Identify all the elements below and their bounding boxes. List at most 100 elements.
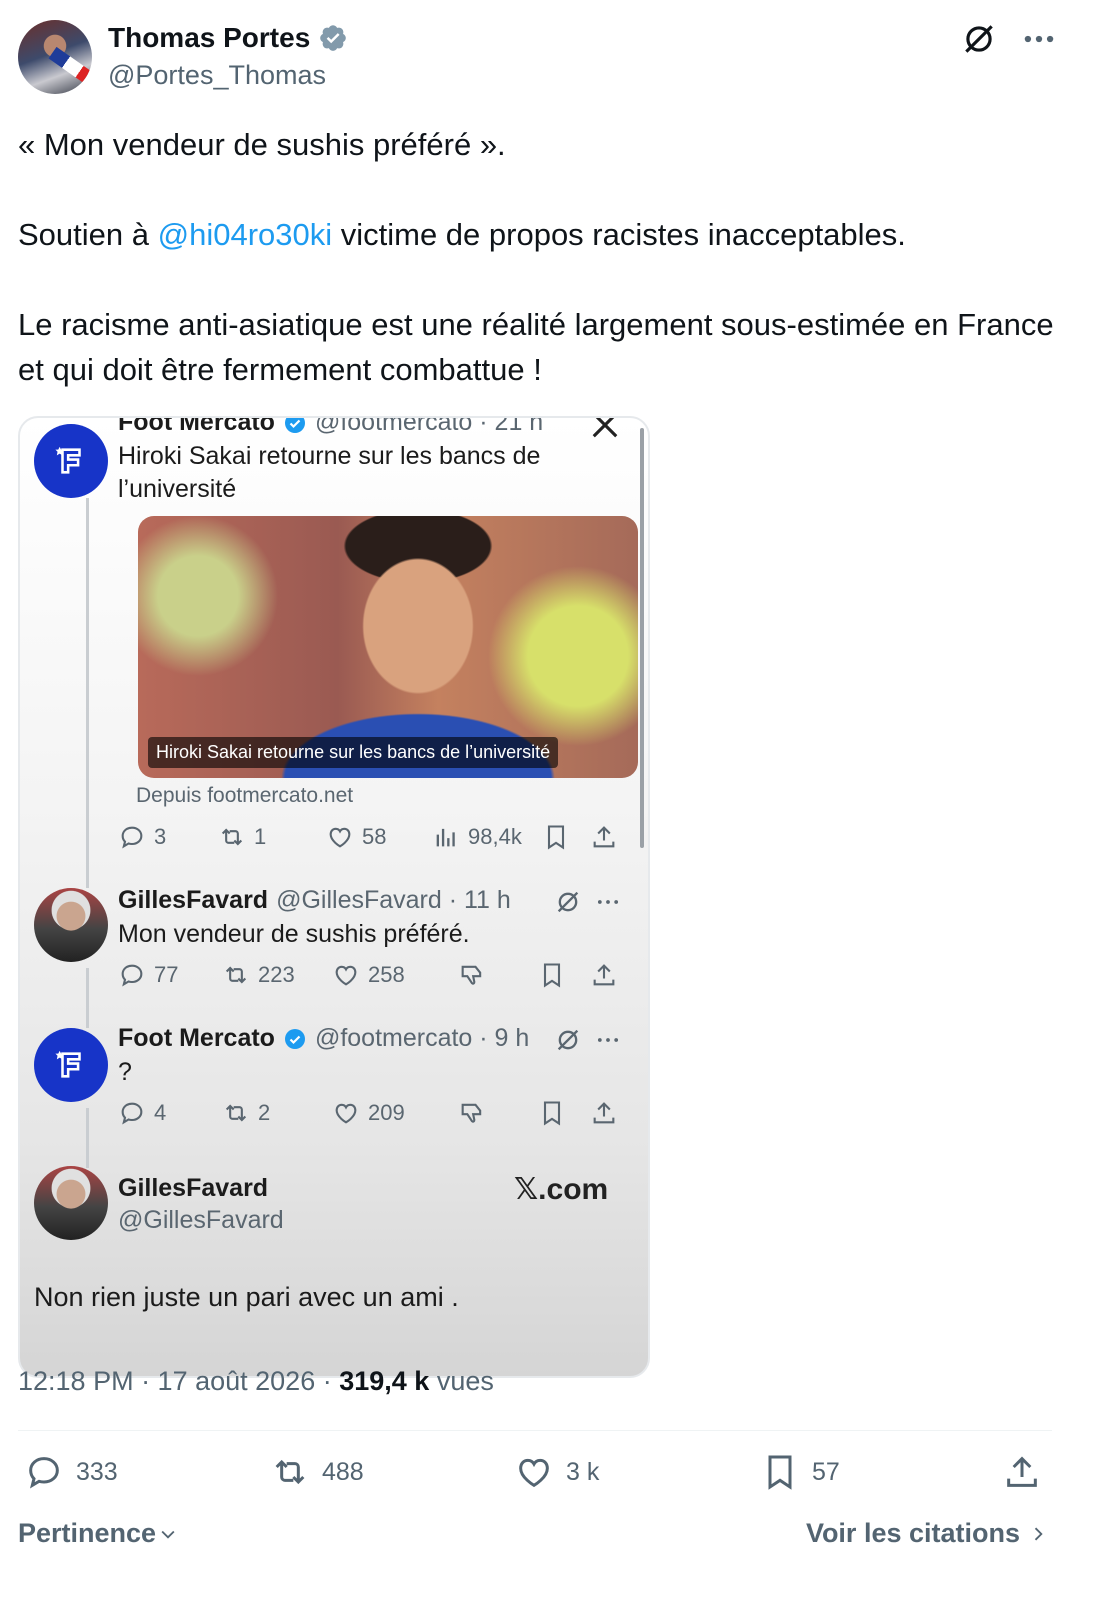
post3-header: Foot Mercato @footmercato · 9 h — [118, 1024, 529, 1053]
repost-count: 223 — [258, 962, 295, 987]
bookmark-icon — [543, 1101, 561, 1126]
heart-icon — [519, 1458, 549, 1488]
share-button — [590, 1099, 618, 1127]
post1-header: Foot Mercato @footmercato · 21 h — [118, 416, 544, 437]
share-button — [590, 823, 618, 851]
view-quotes-link[interactable]: Voir les citations — [806, 1518, 1048, 1549]
post3-handle-time: @footmercato · 9 h — [314, 1024, 530, 1052]
tweet-line-2-suffix: victime de propos racistes inacceptables… — [332, 217, 906, 252]
grok-icon — [557, 1029, 579, 1051]
post2-header: GillesFavard @GillesFavard · 11 h — [118, 886, 511, 915]
foot-mercato-logo-icon — [55, 1050, 81, 1078]
thumbs-down-icon — [461, 1103, 482, 1123]
post1-name: Foot Mercato — [118, 416, 275, 436]
post3-actions: 4 2 209 — [118, 1096, 628, 1130]
foot-mercato-logo-icon — [55, 446, 81, 474]
reply-count: 77 — [154, 962, 179, 987]
like-count: 258 — [368, 962, 405, 987]
repost-button[interactable]: 488 — [270, 1452, 364, 1492]
thread-line — [86, 1108, 89, 1168]
views-count: 98,4k — [468, 824, 522, 849]
thread-line — [86, 498, 89, 888]
tweet-text: « Mon vendeur de sushis préféré ». Souti… — [18, 122, 1078, 437]
grok-icon[interactable] — [960, 20, 998, 58]
heart-icon — [335, 965, 357, 986]
like-count: 3 k — [566, 1457, 600, 1486]
reply-icon — [29, 1457, 59, 1489]
grok-icon — [557, 891, 579, 913]
repost-count: 488 — [322, 1457, 364, 1486]
repost-count: 1 — [254, 824, 267, 849]
verified-badge-icon — [284, 418, 305, 433]
gillesfavard-avatar — [34, 1166, 108, 1240]
reply-count: 4 — [154, 1100, 167, 1125]
reply-button[interactable]: 333 — [24, 1452, 118, 1492]
bookmark-button[interactable]: 57 — [760, 1452, 840, 1492]
view-quotes-label: Voir les citations — [805, 1518, 1020, 1548]
author-handle[interactable]: @Portes_Thomas — [108, 60, 326, 91]
reply-button: 77 — [118, 961, 178, 989]
dislike-button — [458, 961, 486, 989]
tweet-meta: 12:18 PM · 17 août 2026 · 319,4 k vues — [18, 1366, 494, 1397]
share-icon — [593, 826, 615, 848]
author-name[interactable]: Thomas Portes — [108, 22, 310, 54]
share-icon — [1007, 1456, 1037, 1487]
repost-button: 1 — [218, 823, 266, 851]
author-name-row: Thomas Portes — [108, 22, 348, 54]
views-label: vues — [429, 1366, 494, 1396]
tweet-line-1: « Mon vendeur de sushis préféré ». — [18, 127, 506, 162]
reply-count: 3 — [154, 824, 167, 849]
reply-button: 3 — [118, 823, 166, 851]
thumbs-down-icon — [461, 965, 482, 985]
top-actions — [960, 20, 1058, 58]
post2-text: Mon vendeur de sushis préféré. — [118, 920, 470, 948]
post1-source: Depuis footmercato.net — [136, 784, 354, 807]
thread-line — [86, 968, 89, 1028]
mention-link[interactable]: @hi04ro30ki — [158, 217, 333, 252]
repost-icon — [225, 1104, 247, 1122]
reply-icon — [121, 1102, 143, 1125]
tweet-timestamp[interactable]: 12:18 PM · 17 août 2026 · — [18, 1366, 339, 1396]
post2-handle-time: @GillesFavard · 11 h — [276, 886, 511, 914]
x-com-brand: 𝕏.com — [514, 1173, 609, 1206]
share-button — [590, 961, 618, 989]
post2-name: GillesFavard — [118, 886, 269, 914]
share-button[interactable] — [1002, 1452, 1042, 1492]
x-logo-icon — [592, 418, 618, 438]
views-icon — [436, 828, 455, 847]
foot-mercato-avatar — [34, 1028, 108, 1102]
chevron-down-icon — [161, 1530, 175, 1539]
more-options-icon[interactable] — [1020, 20, 1058, 58]
like-button: 258 — [332, 961, 405, 989]
reply-icon — [121, 826, 143, 849]
heart-icon — [335, 1103, 357, 1124]
sort-dropdown[interactable]: Pertinence — [18, 1518, 178, 1549]
post3-text: ? — [118, 1058, 132, 1086]
bookmark-button — [538, 1099, 566, 1127]
reply-count: 333 — [76, 1457, 118, 1486]
bookmark-count: 57 — [812, 1457, 840, 1486]
tweet-line-2: Soutien à @hi04ro30ki victime de propos … — [18, 212, 1078, 257]
post4-name: GillesFavard — [118, 1174, 269, 1202]
heart-icon — [329, 827, 351, 848]
bookmark-button — [538, 961, 566, 989]
chevron-right-icon — [1034, 1527, 1043, 1540]
action-bar: 333 488 3 k 57 — [18, 1452, 1052, 1502]
post1-handle-time: @footmercato · 21 h — [314, 416, 544, 436]
verified-badge-icon — [320, 25, 347, 51]
more-options-icon — [597, 900, 619, 904]
gillesfavard-avatar — [34, 888, 108, 962]
like-button: 58 — [326, 823, 386, 851]
embedded-screenshot[interactable]: Foot Mercato @footmercato · 21 h Hiroki … — [18, 416, 650, 1378]
post4-text: Non rien juste un pari avec un ami . — [34, 1282, 459, 1312]
share-icon — [593, 964, 615, 986]
verified-badge-icon — [284, 1028, 305, 1049]
post1-text: Hiroki Sakai retourne sur les bancs de l… — [118, 442, 541, 503]
like-button[interactable]: 3 k — [514, 1452, 599, 1492]
repost-icon — [221, 828, 243, 846]
author-avatar[interactable] — [18, 20, 92, 94]
bookmark-icon — [547, 825, 565, 850]
like-count: 209 — [368, 1100, 405, 1125]
post1-actions: 3 1 58 98,4k — [118, 820, 628, 854]
scrollbar — [640, 428, 644, 848]
